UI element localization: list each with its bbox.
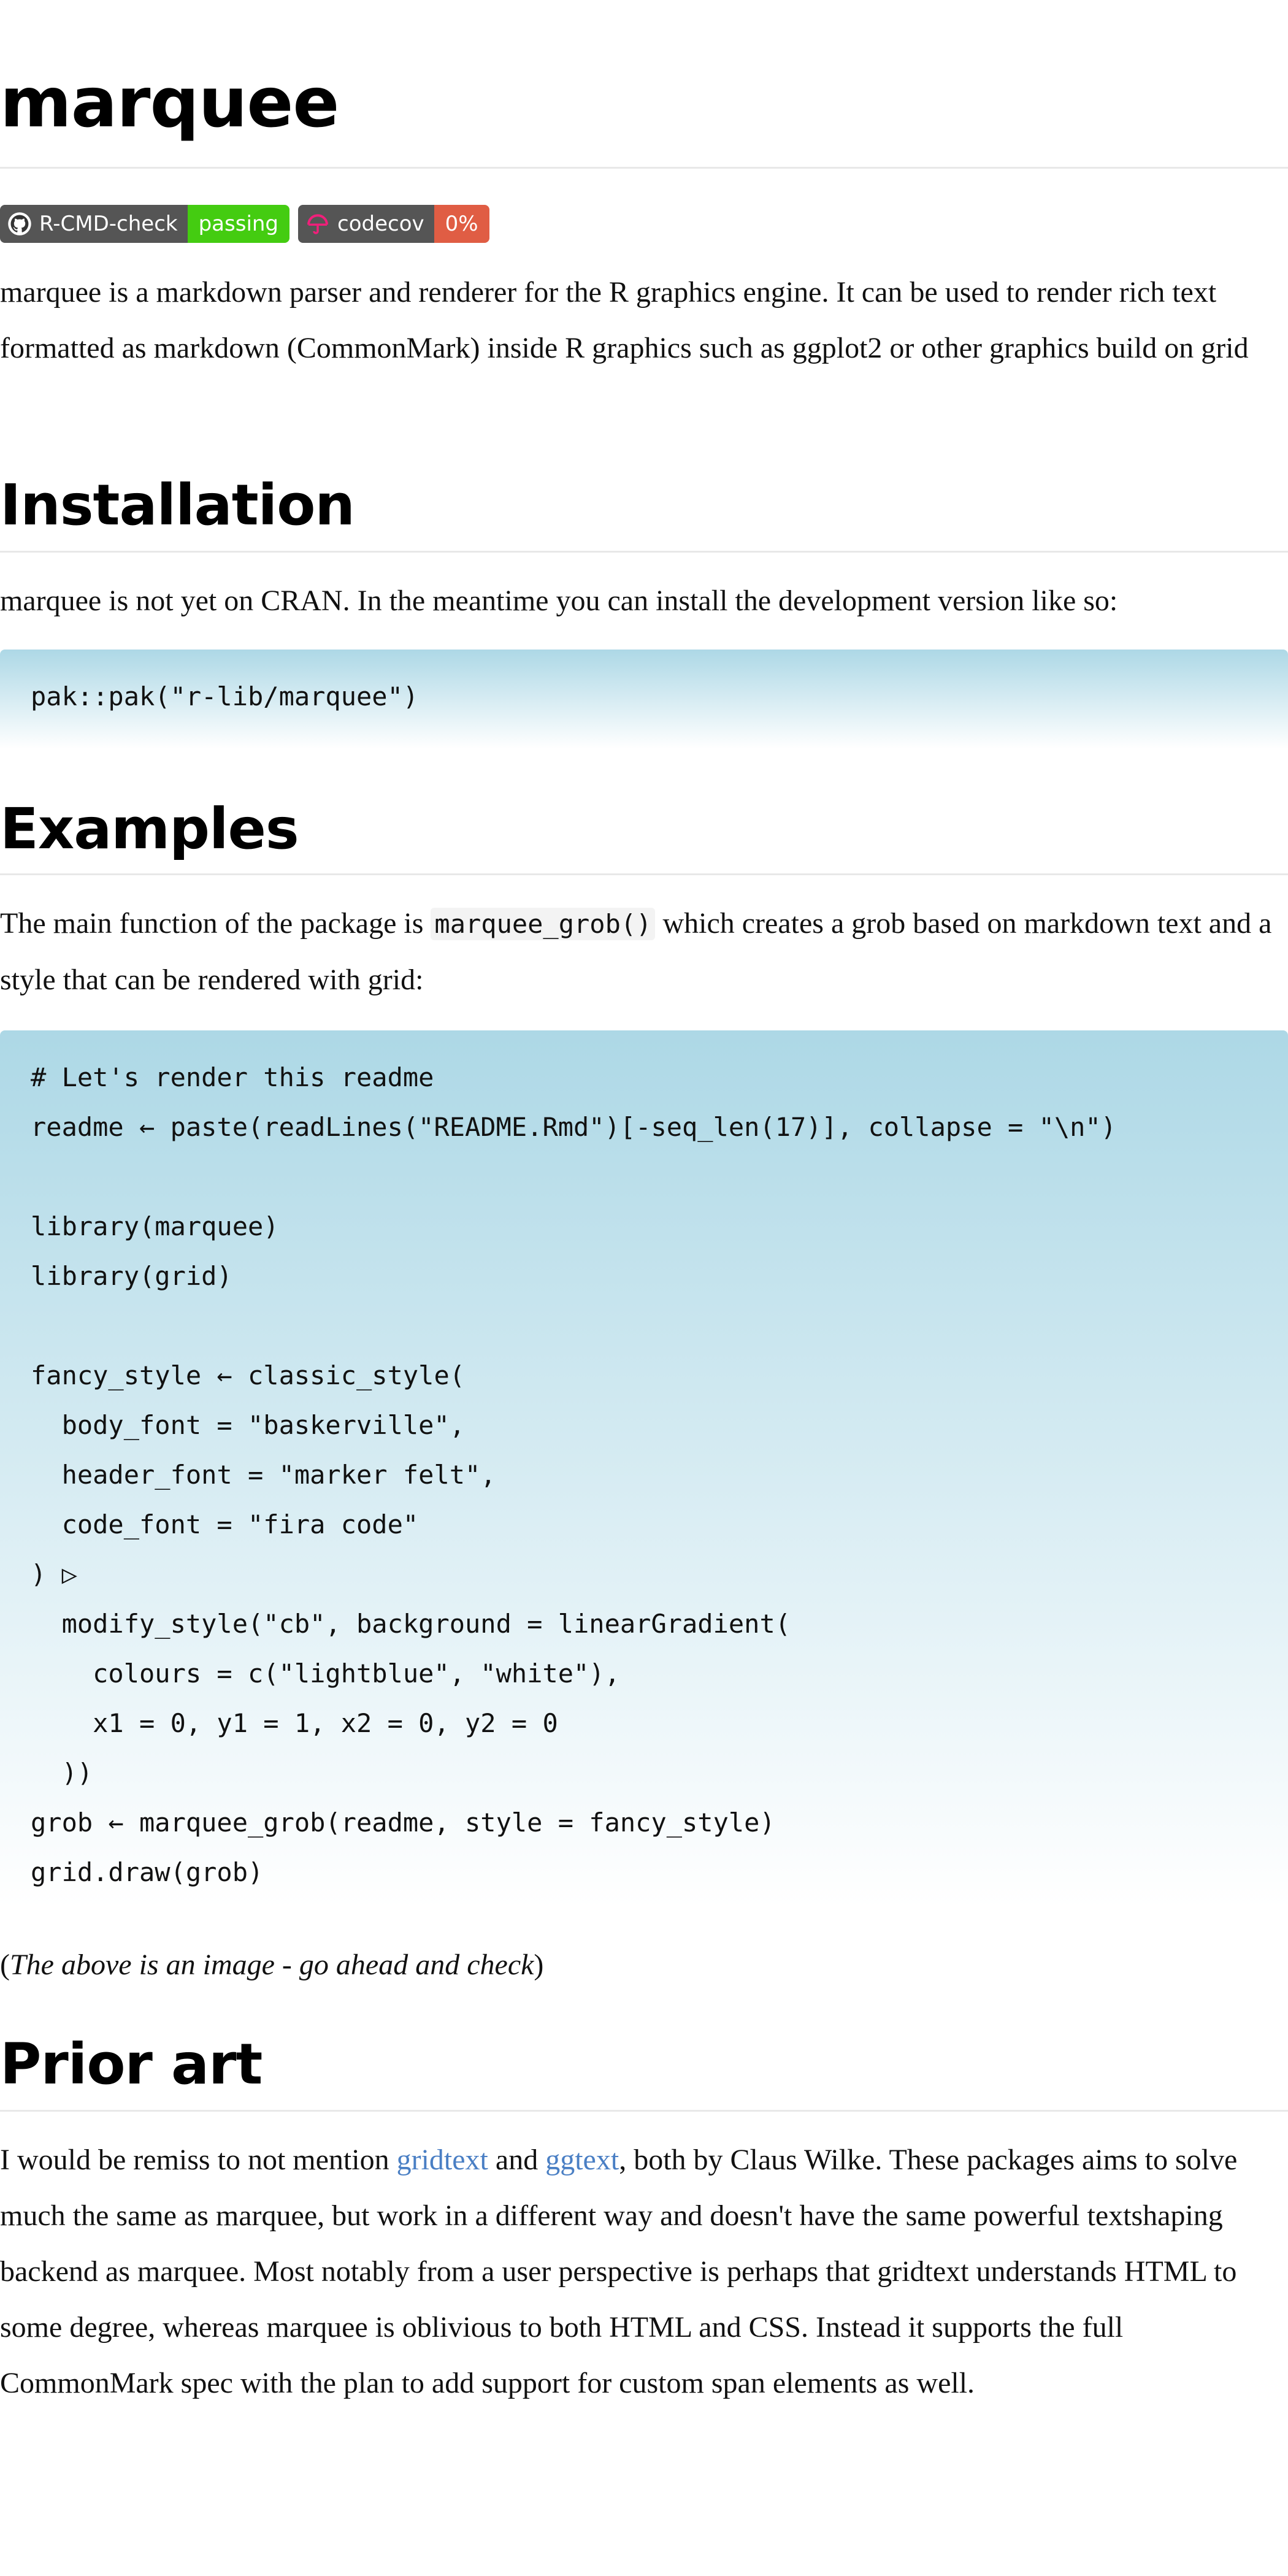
code-line: readme ← paste(readLines("README.Rmd")[-…	[31, 1112, 1117, 1142]
code-line: fancy_style ← classic_style(	[31, 1360, 466, 1390]
prior-art-divider	[0, 2110, 1288, 2112]
badge-label: codecov	[337, 212, 424, 236]
codecov-umbrella-icon	[307, 214, 329, 234]
page-title: marquee	[0, 63, 339, 143]
gridtext-link[interactable]: gridtext	[397, 2144, 488, 2176]
code-line: ) ▷	[31, 1559, 77, 1589]
title-divider	[0, 167, 1288, 169]
code-line: body_font = "baskerville",	[31, 1410, 466, 1440]
badge-status: passing	[187, 205, 290, 243]
installation-divider	[0, 551, 1288, 553]
example-code-block: # Let's render this readme readme ← paste…	[0, 1030, 1288, 1907]
code-line: # Let's render this readme	[31, 1062, 434, 1092]
github-icon	[8, 212, 31, 236]
code-line: code_font = "fira code"	[31, 1509, 419, 1539]
examples-divider	[0, 873, 1288, 875]
code-line: header_font = "marker felt",	[31, 1460, 496, 1490]
code-line: grob ← marquee_grob(readme, style = fanc…	[31, 1807, 775, 1838]
code-line: grid.draw(grob)	[31, 1857, 264, 1887]
prior-art-paragraph: I would be remiss to not mention gridtex…	[0, 2144, 1238, 2399]
badge-row: R-CMD-check passing codecov 0%	[0, 205, 489, 243]
code-line: ))	[31, 1758, 93, 1788]
image-note: (The above is an image - go ahead and ch…	[0, 1949, 544, 1981]
install-code-block: pak::pak("r-lib/marquee")	[0, 650, 1288, 749]
inline-code-marquee-grob: marquee_grob()	[431, 908, 656, 940]
examples-paragraph: The main function of the package is marq…	[0, 907, 1272, 996]
intro-paragraph: marquee is a markdown parser and rendere…	[0, 276, 1249, 364]
code-line: colours = c("lightblue", "white"),	[31, 1658, 620, 1689]
readme-page: marquee R-CMD-check passing codecov 0% m…	[0, 0, 1288, 2576]
code-line: modify_style("cb", background = linearGr…	[31, 1609, 791, 1639]
code-line: library(grid)	[31, 1261, 232, 1291]
code-line: pak::pak("r-lib/marquee")	[31, 681, 419, 711]
badge-label: R-CMD-check	[39, 212, 178, 236]
ggtext-link[interactable]: ggtext	[545, 2144, 619, 2176]
codecov-badge[interactable]: codecov 0%	[298, 205, 489, 243]
code-line: library(marquee)	[31, 1211, 279, 1241]
prior-art-heading: Prior art	[0, 2031, 263, 2097]
installation-heading: Installation	[0, 472, 355, 538]
installation-paragraph: marquee is not yet on CRAN. In the meant…	[0, 585, 1118, 617]
badge-status: 0%	[434, 205, 489, 243]
r-cmd-check-badge[interactable]: R-CMD-check passing	[0, 205, 290, 243]
code-line: x1 = 0, y1 = 1, x2 = 0, y2 = 0	[31, 1708, 558, 1738]
examples-heading: Examples	[0, 796, 299, 862]
